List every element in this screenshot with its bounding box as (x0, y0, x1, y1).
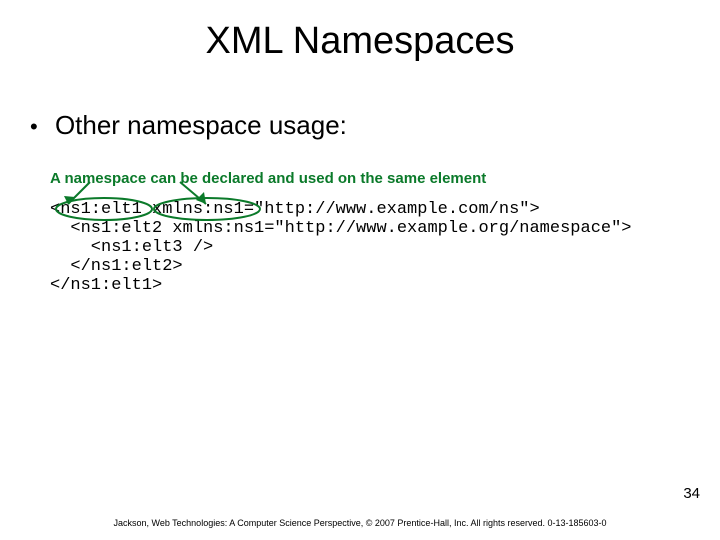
code-line: <ns1:elt2 xmlns:ns1="http://www.example.… (50, 219, 650, 238)
page-number: 34 (683, 485, 700, 502)
bullet-item: • Other namespace usage: (30, 110, 347, 141)
code-line: </ns1:elt2> (50, 257, 650, 276)
code-line: <ns1:elt3 /> (50, 238, 650, 257)
bullet-icon: • (30, 114, 38, 140)
code-line: </ns1:elt1> (50, 276, 650, 295)
annotation-text: A namespace can be declared and used on … (50, 170, 486, 187)
code-block: <ns1:elt1 xmlns:ns1="http://www.example.… (50, 200, 650, 295)
bullet-text: Other namespace usage: (55, 110, 347, 140)
footer-citation: Jackson, Web Technologies: A Computer Sc… (0, 518, 720, 528)
slide-title: XML Namespaces (0, 20, 720, 63)
code-line: <ns1:elt1 xmlns:ns1="http://www.example.… (50, 200, 650, 219)
